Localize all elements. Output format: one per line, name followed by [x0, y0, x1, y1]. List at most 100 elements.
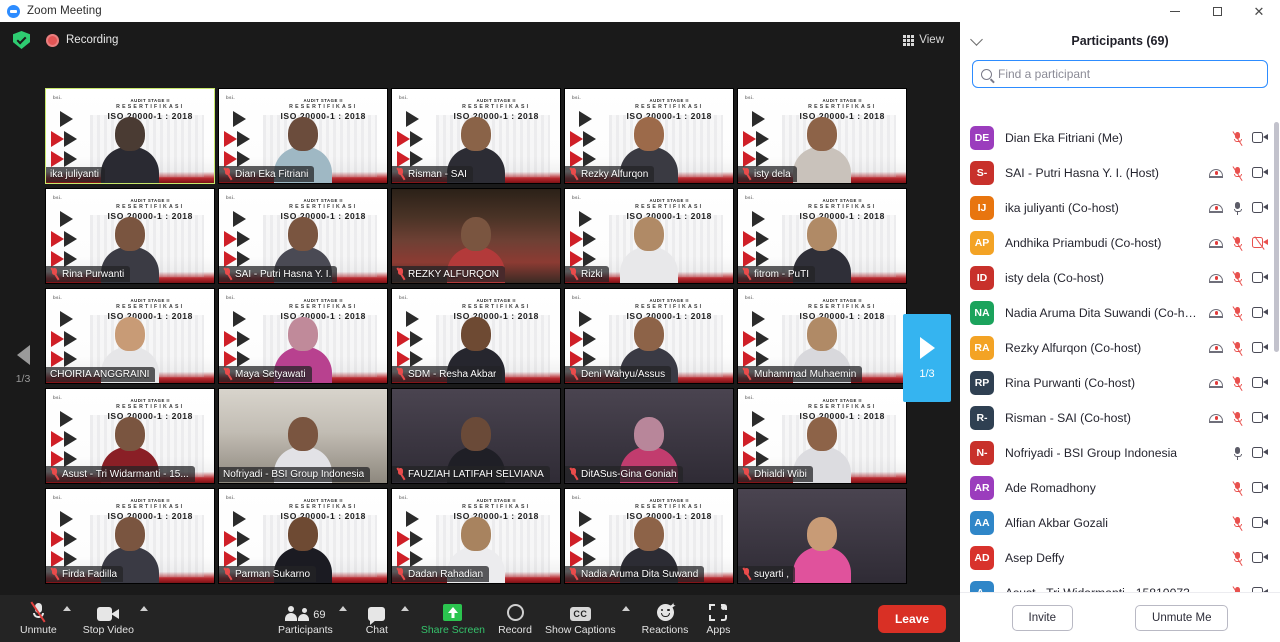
- participant-row[interactable]: N- Nofriyadi - BSI Group Indonesia: [960, 435, 1280, 470]
- camera-icon[interactable]: [1252, 377, 1268, 388]
- search-input[interactable]: [998, 67, 1259, 81]
- camera-icon[interactable]: [1252, 132, 1268, 143]
- video-tile[interactable]: bsi. AUDIT STAGE II RESERTIFIKASI ISO 20000…: [45, 388, 215, 484]
- video-tile[interactable]: bsi. AUDIT STAGE II RESERTIFIKASI ISO 20000…: [564, 288, 734, 384]
- participant-row[interactable]: RA Rezky Alfurqon (Co-host): [960, 330, 1280, 365]
- camera-icon[interactable]: [1252, 552, 1268, 563]
- participant-list-scrollbar[interactable]: [1274, 122, 1279, 352]
- video-tile[interactable]: bsi. AUDIT STAGE II RESERTIFIKASI ISO 20000…: [218, 288, 388, 384]
- camera-icon[interactable]: [1252, 447, 1268, 458]
- video-tile[interactable]: bsi. AUDIT STAGE II RESERTIFIKASI ISO 20000…: [737, 388, 907, 484]
- participant-row[interactable]: AD Asep Deffy: [960, 540, 1280, 575]
- toolbar-button-reactions[interactable]: ✦ Reactions: [636, 595, 695, 642]
- video-tile[interactable]: bsi. AUDIT STAGE II RESERTIFIKASI ISO 20000…: [564, 188, 734, 284]
- tile-participant-name: Muhammad Muhaemin: [754, 368, 857, 380]
- participant-row[interactable]: S- SAI - Putri Hasna Y. I. (Host): [960, 155, 1280, 190]
- microphone-muted-icon[interactable]: [1231, 130, 1243, 146]
- microphone-muted-icon[interactable]: [1231, 410, 1243, 426]
- camera-icon[interactable]: [1252, 167, 1268, 178]
- participant-row[interactable]: R- Risman - SAI (Co-host): [960, 400, 1280, 435]
- camera-off-icon[interactable]: [1252, 236, 1268, 250]
- recording-indicator[interactable]: Recording: [46, 33, 118, 47]
- microphone-icon[interactable]: [1232, 446, 1243, 460]
- toolbar-button-show-captions[interactable]: CC Show Captions: [539, 595, 622, 642]
- previous-page-button[interactable]: 1/3: [8, 328, 38, 402]
- microphone-muted-icon[interactable]: [1231, 235, 1243, 251]
- video-tile[interactable]: bsi. AUDIT STAGE II RESERTIFIKASI ISO 20000…: [737, 88, 907, 184]
- camera-icon[interactable]: [1252, 202, 1268, 213]
- bsi-logo: bsi.: [745, 95, 754, 100]
- participant-row[interactable]: RP Rina Purwanti (Co-host): [960, 365, 1280, 400]
- leave-button[interactable]: Leave: [877, 604, 946, 633]
- video-tile[interactable]: bsi. AUDIT STAGE II RESERTIFIKASI ISO 20000…: [218, 488, 388, 584]
- unmute-me-button[interactable]: Unmute Me: [1135, 604, 1229, 631]
- microphone-muted-icon[interactable]: [1231, 480, 1243, 496]
- participant-row[interactable]: AP Andhika Priambudi (Co-host): [960, 225, 1280, 260]
- chevron-decor-icon: [570, 151, 583, 167]
- video-tile[interactable]: bsi. AUDIT STAGE II RESERTIFIKASI ISO 20000…: [45, 88, 215, 184]
- toolbar-caret-stop-video[interactable]: [139, 595, 154, 642]
- toolbar-button-share-screen[interactable]: Share Screen: [415, 595, 491, 642]
- view-button[interactable]: View: [895, 30, 952, 50]
- video-tile[interactable]: bsi. AUDIT STAGE II RESERTIFIKASI ISO 20000…: [218, 188, 388, 284]
- participant-row[interactable]: DE Dian Eka Fitriani (Me): [960, 120, 1280, 155]
- video-tile[interactable]: FAUZIAH LATIFAH SELVIANA: [391, 388, 561, 484]
- camera-icon[interactable]: [1252, 482, 1268, 493]
- camera-icon[interactable]: [1252, 412, 1268, 423]
- microphone-muted-icon[interactable]: [1231, 550, 1243, 566]
- toolbar-caret-chat[interactable]: [400, 595, 415, 642]
- minimize-button[interactable]: [1154, 0, 1196, 22]
- participant-search-box[interactable]: [972, 60, 1268, 88]
- camera-icon[interactable]: [1252, 342, 1268, 353]
- camera-icon[interactable]: [1252, 307, 1268, 318]
- toolbar-button-record[interactable]: Record: [491, 595, 539, 642]
- toolbar-button-participants[interactable]: 69 Participants: [272, 595, 339, 642]
- toolbar-caret-unmute[interactable]: [62, 595, 77, 642]
- avatar: IJ: [970, 195, 994, 220]
- video-tile[interactable]: bsi. AUDIT STAGE II RESERTIFIKASI ISO 20000…: [737, 188, 907, 284]
- participant-row[interactable]: IJ ika juliyanti (Co-host): [960, 190, 1280, 225]
- background-line2: RESERTIFIKASI: [808, 104, 877, 110]
- invite-button[interactable]: Invite: [1011, 604, 1074, 631]
- video-tile[interactable]: REZKY ALFURQON: [391, 188, 561, 284]
- video-tile[interactable]: bsi. AUDIT STAGE II RESERTIFIKASI ISO 20000…: [45, 288, 215, 384]
- toolbar-button-stop-video[interactable]: Stop Video: [77, 595, 140, 642]
- video-tile[interactable]: suyarti ,: [737, 488, 907, 584]
- background-line2: RESERTIFIKASI: [289, 504, 358, 510]
- video-tile[interactable]: bsi. AUDIT STAGE II RESERTIFIKASI ISO 20000…: [45, 188, 215, 284]
- video-tile[interactable]: bsi. AUDIT STAGE II RESERTIFIKASI ISO 20000…: [564, 488, 734, 584]
- participant-row[interactable]: AR Ade Romadhony: [960, 470, 1280, 505]
- video-tile[interactable]: bsi. AUDIT STAGE II RESERTIFIKASI ISO 20000…: [391, 88, 561, 184]
- microphone-muted-icon[interactable]: [1231, 270, 1243, 286]
- close-button[interactable]: ✕: [1238, 0, 1280, 22]
- video-tile[interactable]: DitASus-Gina Goniah: [564, 388, 734, 484]
- toolbar-button-chat[interactable]: Chat: [353, 595, 401, 642]
- tile-name-bar: ika juliyanti: [46, 167, 105, 182]
- participant-row[interactable]: ID isty dela (Co-host): [960, 260, 1280, 295]
- video-tile[interactable]: bsi. AUDIT STAGE II RESERTIFIKASI ISO 20000…: [391, 288, 561, 384]
- maximize-button[interactable]: [1196, 0, 1238, 22]
- next-page-button[interactable]: 1/3: [903, 314, 951, 402]
- camera-icon[interactable]: [1252, 272, 1268, 283]
- toolbar-button-unmute[interactable]: Unmute: [14, 595, 63, 642]
- microphone-icon[interactable]: [1232, 201, 1243, 215]
- encryption-shield-icon[interactable]: [13, 31, 30, 49]
- video-tile[interactable]: Nofriyadi - BSI Group Indonesia: [218, 388, 388, 484]
- microphone-muted-icon[interactable]: [1231, 375, 1243, 391]
- microphone-muted-icon[interactable]: [1231, 340, 1243, 356]
- participant-row[interactable]: NA Nadia Aruma Dita Suwandi (Co-host): [960, 295, 1280, 330]
- toolbar-button-apps[interactable]: Apps: [694, 595, 742, 642]
- microphone-muted-icon[interactable]: [1231, 305, 1243, 321]
- video-tile[interactable]: bsi. AUDIT STAGE II RESERTIFIKASI ISO 20000…: [391, 488, 561, 584]
- toolbar-caret-show-captions[interactable]: [621, 595, 636, 642]
- video-tile[interactable]: bsi. AUDIT STAGE II RESERTIFIKASI ISO 20000…: [564, 88, 734, 184]
- video-tile[interactable]: bsi. AUDIT STAGE II RESERTIFIKASI ISO 20000…: [737, 288, 907, 384]
- microphone-muted-icon[interactable]: [1231, 515, 1243, 531]
- camera-icon[interactable]: [1252, 517, 1268, 528]
- video-tile[interactable]: bsi. AUDIT STAGE II RESERTIFIKASI ISO 20000…: [45, 488, 215, 584]
- video-tile[interactable]: bsi. AUDIT STAGE II RESERTIFIKASI ISO 20000…: [218, 88, 388, 184]
- participant-row[interactable]: AA Alfian Akbar Gozali: [960, 505, 1280, 540]
- toolbar-caret-participants[interactable]: [338, 595, 353, 642]
- microphone-muted-icon[interactable]: [1231, 165, 1243, 181]
- participant-list[interactable]: DE Dian Eka Fitriani (Me) S- SAI - Putri Ha…: [960, 120, 1280, 604]
